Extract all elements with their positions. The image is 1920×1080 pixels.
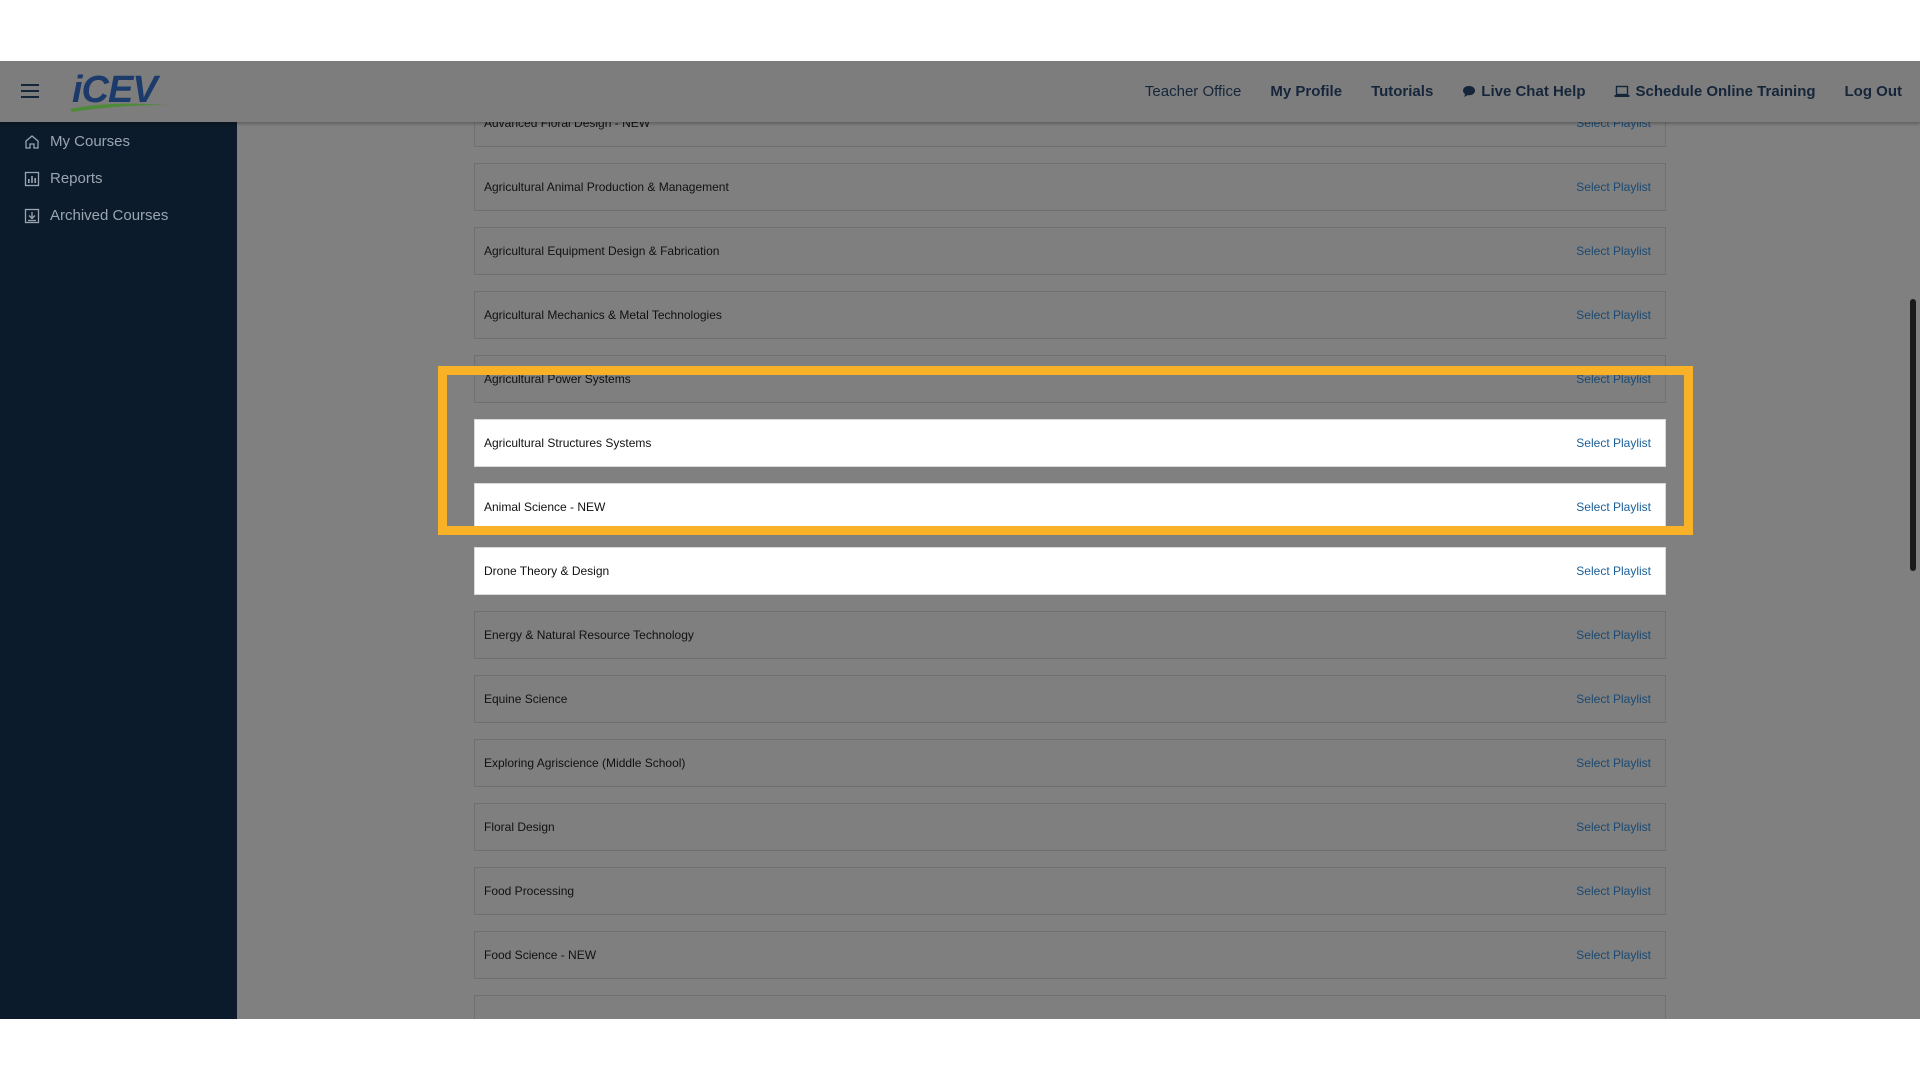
select-playlist-link[interactable]: Select Playlist (1576, 244, 1651, 258)
course-title: Energy & Natural Resource Technology (484, 628, 694, 642)
icev-logo[interactable]: iCEV (68, 69, 172, 113)
nav-schedule-online-training[interactable]: Schedule Online Training (1614, 83, 1816, 100)
course-title: Floral Design (484, 820, 555, 834)
course-row: Agricultural Animal Production & Managem… (474, 163, 1666, 211)
nav-label: Log Out (1844, 83, 1902, 100)
sidebar-item-my-courses[interactable]: My Courses (24, 133, 130, 150)
select-playlist-link[interactable]: Select Playlist (1576, 692, 1651, 706)
course-row: Animal Science - NEW Select Playlist (474, 483, 1666, 531)
select-playlist-link[interactable]: Select Playlist (1576, 372, 1651, 386)
top-navbar: iCEV Teacher Office My Profile Tutorials Li… (0, 61, 1920, 122)
select-playlist-link[interactable]: Select Playlist (1576, 756, 1651, 770)
select-playlist-link[interactable]: Select Playlist (1576, 308, 1651, 322)
sidebar-item-label: My Courses (50, 133, 131, 150)
nav-label: Tutorials (1371, 83, 1434, 100)
course-title: Exploring Agriscience (Middle School) (484, 756, 686, 770)
app-frame: iCEV Teacher Office My Profile Tutorials Li… (0, 61, 1920, 1019)
course-row: Agricultural Equipment Design & Fabricat… (474, 227, 1666, 275)
course-title: Agricultural Structures Systems (484, 436, 652, 450)
sidebar-item-label: Reports (50, 170, 103, 187)
sidebar-item-label: Archived Courses (50, 207, 169, 224)
home-icon (25, 134, 39, 149)
course-row: Agricultural Structures Systems Select Pl… (474, 419, 1666, 467)
course-title: Drone Theory & Design (484, 564, 610, 578)
nav-teacher-office[interactable]: Teacher Office (1145, 83, 1241, 100)
nav-tutorials[interactable]: Tutorials (1371, 83, 1433, 100)
course-row: Exploring Agriscience (Middle School) Sel… (474, 739, 1666, 787)
course-title: Food Science - NEW (484, 948, 597, 962)
course-title: Agricultural Equipment Design & Fabricat… (484, 244, 720, 258)
course-row: Food Science - NEW Select Playlist (474, 931, 1666, 979)
laptop-icon (1614, 85, 1630, 97)
nav-my-profile[interactable]: My Profile (1270, 83, 1342, 100)
select-playlist-link[interactable]: Select Playlist (1576, 820, 1651, 834)
select-playlist-link[interactable]: Select Playlist (1576, 436, 1651, 450)
course-row: Agricultural Power Systems Select Playlis… (474, 355, 1666, 403)
nav-label: Teacher Office (1144, 83, 1242, 100)
logo-swoosh-icon (70, 103, 166, 112)
course-title: Agricultural Power Systems (484, 372, 631, 386)
select-playlist-link[interactable]: Select Playlist (1576, 564, 1651, 578)
course-row: Drone Theory & Design Select Playlist (474, 547, 1666, 595)
select-playlist-link[interactable]: Select Playlist (1576, 180, 1651, 194)
course-title: Animal Science - NEW (484, 500, 606, 514)
nav-label: Schedule Online Training (1635, 83, 1816, 100)
course-row: Equine Science Select Playlist (474, 675, 1666, 723)
nav-log-out[interactable]: Log Out (1845, 83, 1902, 100)
archive-icon (24, 208, 40, 223)
course-row: Energy & Natural Resource Technology Sele… (474, 611, 1666, 659)
chart-icon (24, 171, 40, 186)
nav-live-chat-help[interactable]: Live Chat Help (1462, 83, 1585, 100)
course-title: Agricultural Animal Production & Managem… (484, 180, 729, 194)
course-title: Food Processing (484, 884, 575, 898)
select-playlist-link[interactable]: Select Playlist (1576, 884, 1651, 898)
course-row: Food Processing Select Playlist (474, 867, 1666, 915)
menu-icon[interactable] (21, 84, 39, 98)
course-title: Agricultural Mechanics & Metal Technolog… (484, 308, 722, 322)
sidebar-item-archived-courses[interactable]: Archived Courses (24, 207, 168, 224)
chat-icon (1463, 86, 1476, 97)
nav-label: My Profile (1270, 83, 1343, 100)
sidebar: My Courses Reports Archived Courses (0, 122, 237, 1019)
select-playlist-link[interactable]: Select Playlist (1576, 628, 1651, 642)
sidebar-item-reports[interactable]: Reports (24, 170, 103, 187)
scrollbar[interactable] (1910, 299, 1916, 571)
course-row: Agricultural Mechanics & Metal Technolog… (474, 291, 1666, 339)
course-row: Floral Design Select Playlist (474, 803, 1666, 851)
course-title: Equine Science (484, 692, 568, 706)
course-row (474, 995, 1666, 1019)
top-nav-menu: Teacher Office My Profile Tutorials Live Ch… (1116, 61, 1902, 122)
nav-label: Live Chat Help (1481, 83, 1586, 100)
select-playlist-link[interactable]: Select Playlist (1576, 500, 1651, 514)
select-playlist-link[interactable]: Select Playlist (1576, 948, 1651, 962)
